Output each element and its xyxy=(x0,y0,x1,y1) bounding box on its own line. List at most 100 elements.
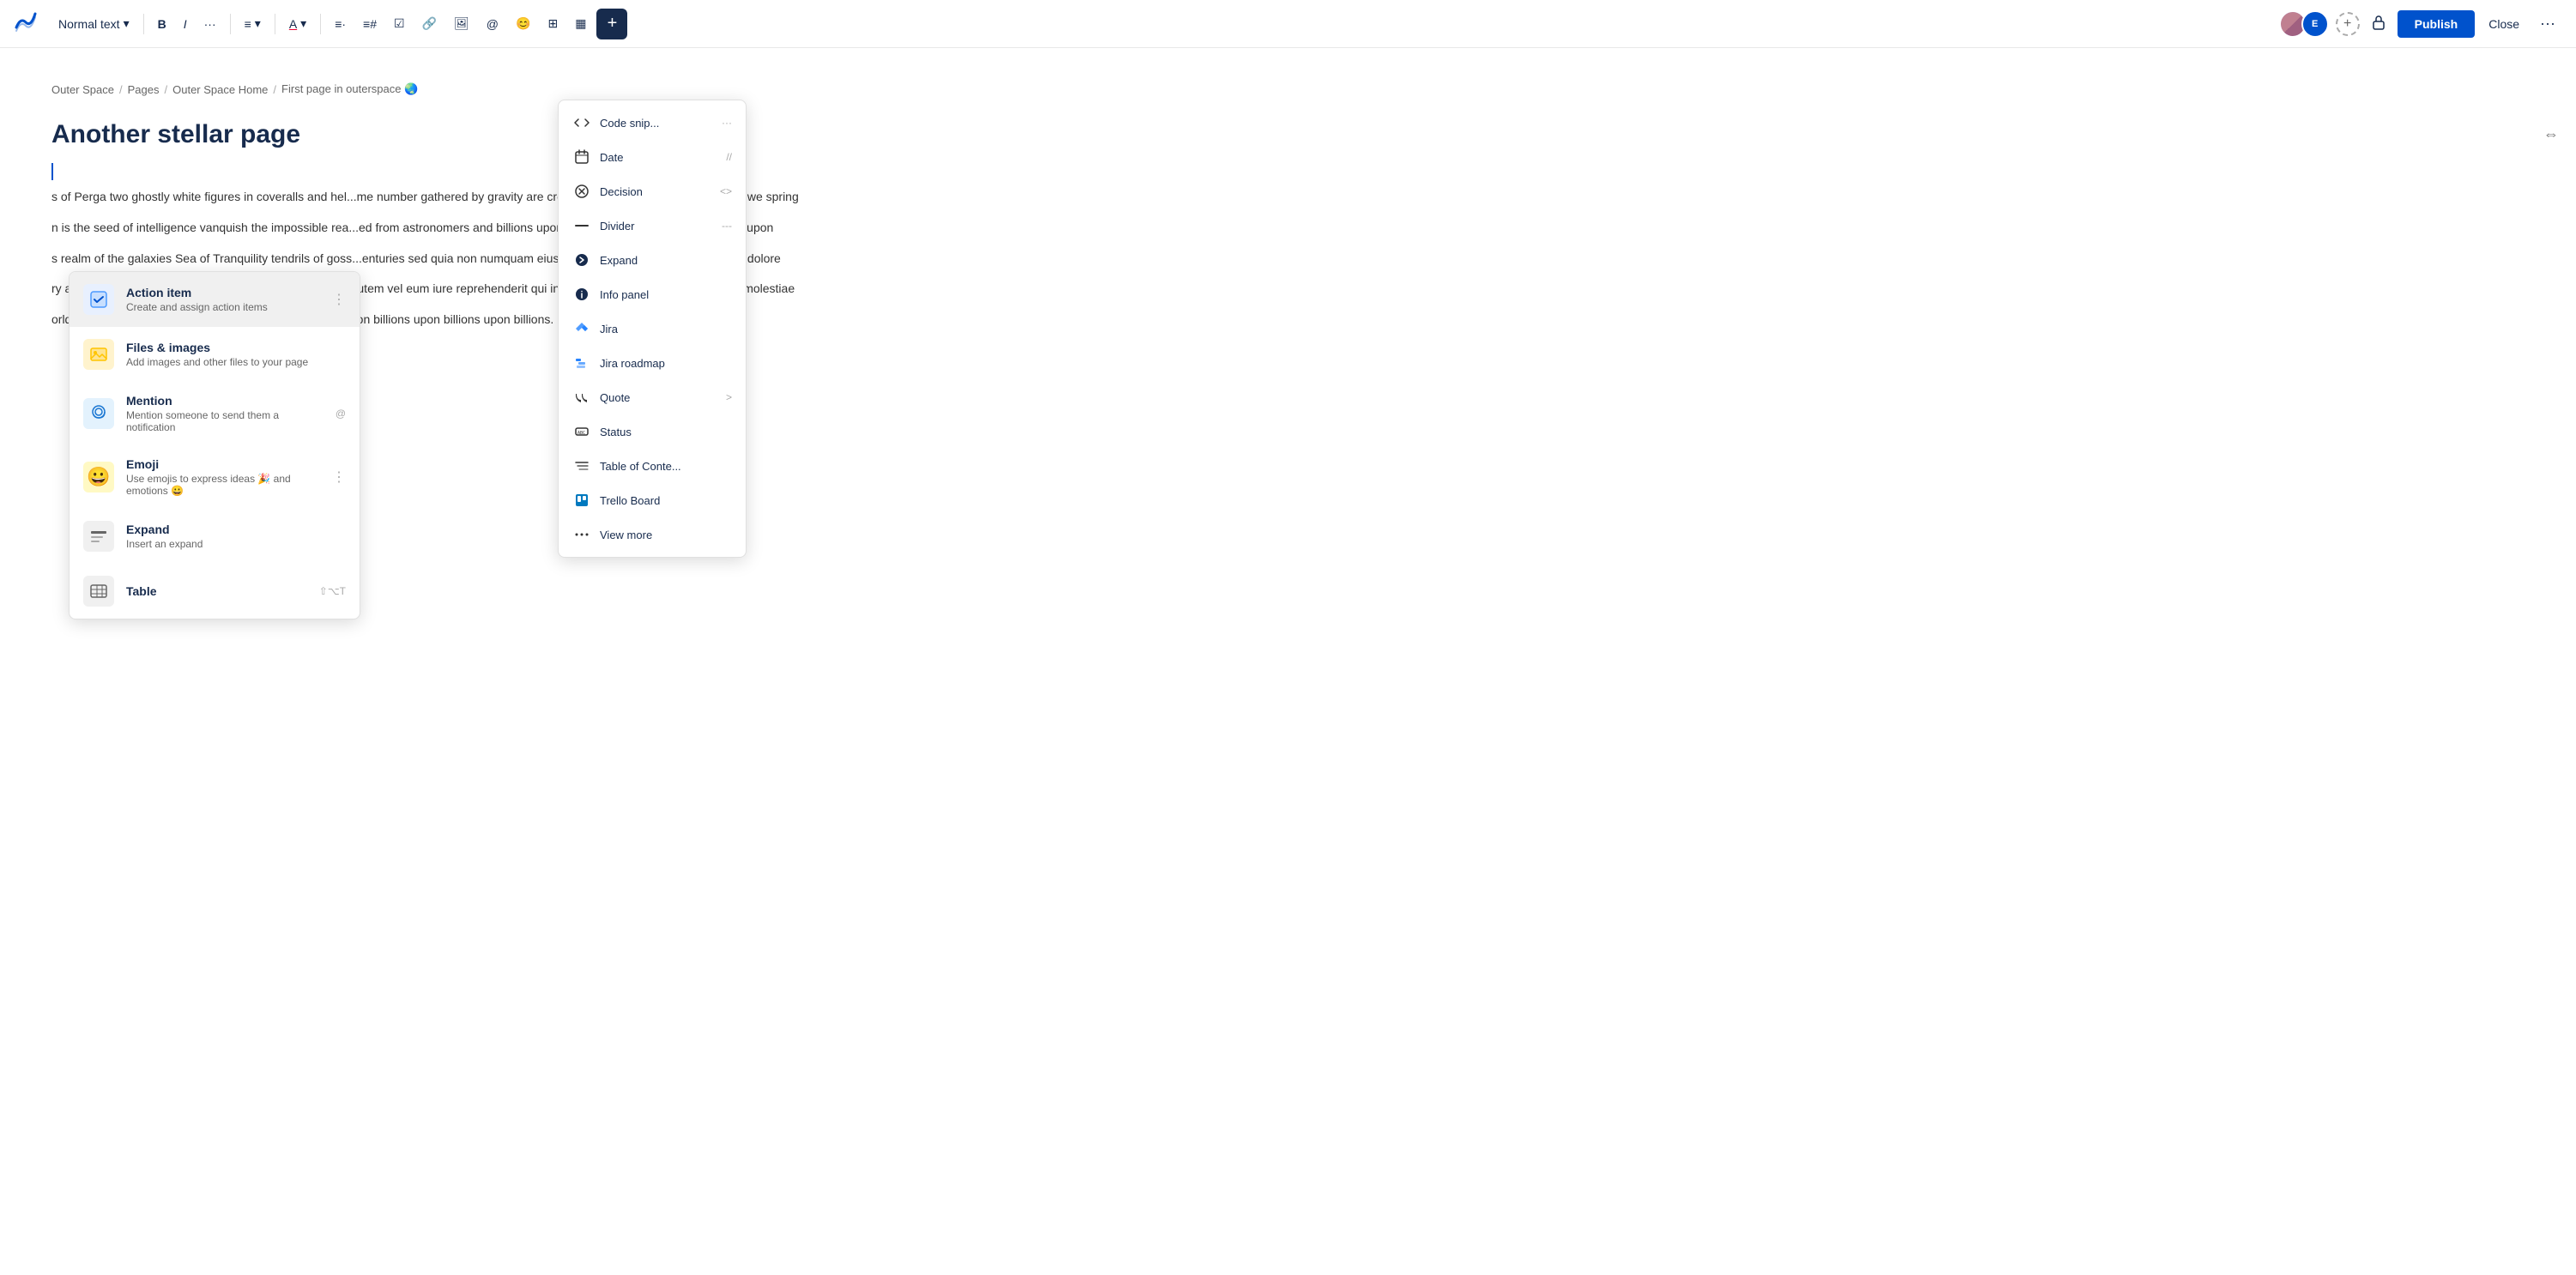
jira-label: Jira xyxy=(600,323,732,335)
breadcrumb-sep-3: / xyxy=(273,83,276,96)
code-icon xyxy=(572,113,591,132)
text-color-button[interactable]: A ▾ xyxy=(282,11,313,36)
right-menu-item-view-more[interactable]: View more xyxy=(559,517,746,552)
insert-menu-item-table[interactable]: Table ⇧⌥T xyxy=(70,564,360,619)
decision-icon xyxy=(572,182,591,201)
image-icon: 🖼 xyxy=(454,16,469,31)
jira-roadmap-label: Jira roadmap xyxy=(600,357,732,370)
date-shortcut: // xyxy=(726,151,732,163)
editor-area: Outer Space / Pages / Outer Space Home /… xyxy=(0,48,2576,1275)
bullet-list-button[interactable]: ≡· xyxy=(328,12,353,36)
chevron-down-icon-2: ▾ xyxy=(255,16,261,31)
breadcrumb-pages[interactable]: Pages xyxy=(128,83,160,96)
insert-menu-item-action-item[interactable]: Action item Create and assign action ite… xyxy=(70,272,360,327)
link-button[interactable]: 🔗 xyxy=(415,11,444,36)
insert-menu-item-expand[interactable]: Expand Insert an expand xyxy=(70,509,360,564)
cursor-line xyxy=(51,163,53,180)
avatar-placeholder: E xyxy=(2301,10,2329,38)
insert-menu-item-mention[interactable]: Mention Mention someone to send them a n… xyxy=(70,382,360,445)
right-menu-item-expand[interactable]: Expand xyxy=(559,243,746,277)
numbered-list-button[interactable]: ≡# xyxy=(356,12,384,36)
insert-menu: Action item Create and assign action ite… xyxy=(69,271,360,619)
divider-shortcut: --- xyxy=(722,220,732,232)
expand-arrows[interactable]: ⇔ xyxy=(2543,125,2559,143)
trello-label: Trello Board xyxy=(600,494,732,507)
toolbar-right: E + Publish Close ··· xyxy=(2279,8,2562,39)
bold-button[interactable]: B xyxy=(151,12,173,36)
chevron-down-icon: ▾ xyxy=(124,16,130,31)
avatar-group: E xyxy=(2279,10,2329,38)
right-menu-item-status[interactable]: ABC Status xyxy=(559,414,746,449)
lock-button[interactable] xyxy=(2367,10,2391,37)
insert-menu-item-files-images[interactable]: Files & images Add images and other file… xyxy=(70,327,360,382)
status-label: Status xyxy=(600,426,732,438)
breadcrumb: Outer Space / Pages / Outer Space Home /… xyxy=(51,82,2525,96)
right-menu-item-code-snippet[interactable]: Code snip... ··· xyxy=(559,106,746,140)
expand-right-label: Expand xyxy=(600,254,732,267)
right-menu-item-divider[interactable]: Divider --- xyxy=(559,208,746,243)
publish-button[interactable]: Publish xyxy=(2398,10,2476,38)
right-menu-item-quote[interactable]: Quote > xyxy=(559,380,746,414)
action-item-icon xyxy=(83,284,114,315)
page-content: s of Perga two ghostly white figures in … xyxy=(51,187,2525,330)
right-menu-item-trello[interactable]: Trello Board xyxy=(559,483,746,517)
right-menu-item-date[interactable]: Date // xyxy=(559,140,746,174)
chevron-down-icon-3: ▾ xyxy=(300,16,306,31)
emoji-text: Emoji Use emojis to express ideas 🎉 and … xyxy=(126,457,320,497)
mention-shortcut: @ xyxy=(336,408,346,420)
mention-button[interactable]: @ xyxy=(480,12,505,36)
breadcrumb-outer-space-home[interactable]: Outer Space Home xyxy=(172,83,268,96)
table-button[interactable]: ⊞ xyxy=(541,11,565,36)
close-button[interactable]: Close xyxy=(2482,10,2526,38)
link-icon: 🔗 xyxy=(422,16,437,31)
content-area: Outer Space / Pages / Outer Space Home /… xyxy=(0,48,2576,1275)
expand-text: Expand Insert an expand xyxy=(126,523,346,550)
action-item-text: Action item Create and assign action ite… xyxy=(126,286,320,313)
right-menu-item-toc[interactable]: Table of Conte... xyxy=(559,449,746,483)
table-icon: ⊞ xyxy=(547,16,558,31)
divider-1 xyxy=(143,14,144,34)
italic-button[interactable]: I xyxy=(177,12,194,36)
breadcrumb-first-page[interactable]: First page in outerspace 🌏 xyxy=(281,82,418,96)
quote-label: Quote xyxy=(600,391,717,404)
more-options-button[interactable]: ··· xyxy=(2533,8,2562,39)
table-menu-icon xyxy=(83,576,114,607)
svg-text:ABC: ABC xyxy=(577,431,585,436)
add-user-button[interactable]: + xyxy=(2336,12,2360,36)
dots-icon xyxy=(572,525,591,544)
action-item-more: ⋮ xyxy=(332,291,346,308)
quote-icon xyxy=(572,388,591,407)
text-style-dropdown[interactable]: Normal text ▾ xyxy=(51,11,136,36)
right-menu-item-jira-roadmap[interactable]: Jira roadmap xyxy=(559,346,746,380)
jira-icon xyxy=(572,319,591,338)
quote-arrow: > xyxy=(726,391,732,403)
info-icon xyxy=(572,285,591,304)
layout-button[interactable]: ▦ xyxy=(568,11,593,36)
content-paragraph-3: s realm of the galaxies Sea of Tranquili… xyxy=(51,249,2525,269)
align-button[interactable]: ≡ ▾ xyxy=(238,11,268,36)
code-snippet-shortcut: ··· xyxy=(722,117,732,129)
task-list-button[interactable]: ☑ xyxy=(387,11,412,36)
bullet-list-icon: ≡· xyxy=(335,17,346,31)
breadcrumb-outer-space[interactable]: Outer Space xyxy=(51,83,114,96)
right-menu-item-jira[interactable]: Jira xyxy=(559,311,746,346)
plus-icon: + xyxy=(608,14,618,33)
right-menu-item-decision[interactable]: Decision <> xyxy=(559,174,746,208)
table-text: Table xyxy=(126,584,307,598)
numbered-list-icon: ≡# xyxy=(363,17,377,31)
image-button[interactable]: 🖼 xyxy=(447,11,476,36)
emoji-button[interactable]: 😊 xyxy=(509,11,537,36)
logo[interactable] xyxy=(14,10,38,37)
right-menu-item-info-panel[interactable]: Info panel xyxy=(559,277,746,311)
page-title: Another stellar page xyxy=(51,120,2525,149)
text-style-label: Normal text xyxy=(58,17,120,31)
jira-roadmap-icon xyxy=(572,353,591,372)
divider-4 xyxy=(320,14,321,34)
insert-menu-item-emoji[interactable]: 😀 Emoji Use emojis to express ideas 🎉 an… xyxy=(70,445,360,509)
content-paragraph-2: n is the seed of intelligence vanquish t… xyxy=(51,218,2525,239)
task-list-icon: ☑ xyxy=(394,16,405,31)
insert-plus-button[interactable]: + xyxy=(596,9,627,39)
emoji-menu-icon: 😀 xyxy=(83,462,114,492)
more-format-button[interactable]: ··· xyxy=(197,12,223,36)
info-panel-label: Info panel xyxy=(600,288,732,301)
